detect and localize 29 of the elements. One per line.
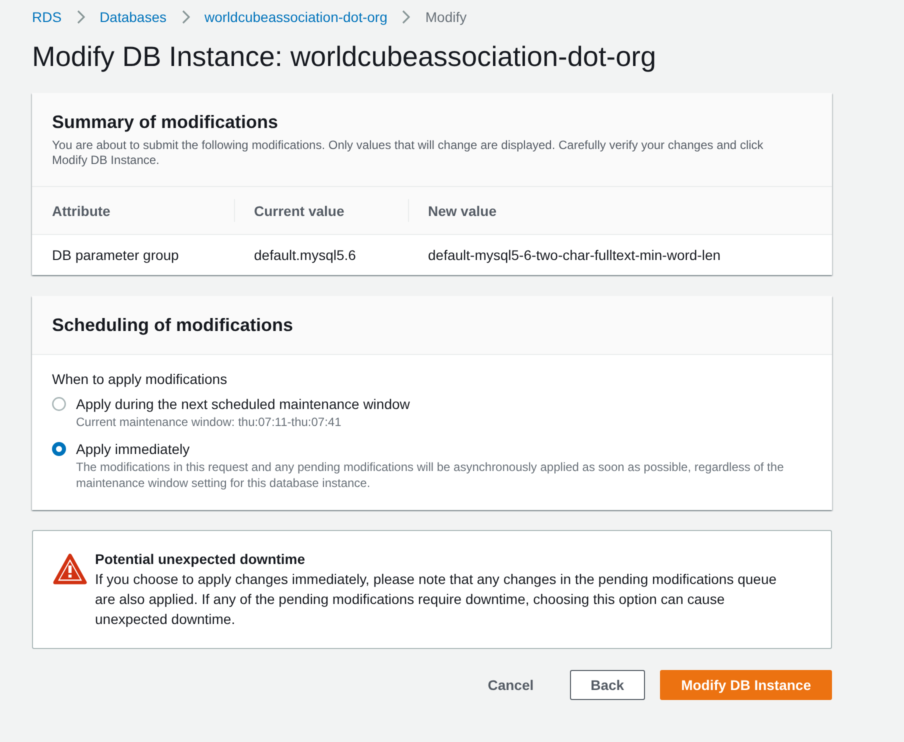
table-cell-text: default.mysql5.6 — [254, 246, 356, 265]
panel-title: Summary of modifications — [52, 111, 280, 133]
chevron-right-icon — [76, 10, 85, 24]
radio-button[interactable] — [52, 397, 66, 411]
radio-label[interactable]: Apply during the next scheduled maintenance window — [76, 394, 410, 414]
text-button[interactable]: Cancel — [466, 670, 555, 700]
page-title: Modify DB Instance: worldcubeassociation-dot-org — [32, 40, 658, 74]
breadcrumb-link[interactable]: worldcubeassociation-dot-org — [204, 7, 388, 27]
alert-title: Potential unexpected downtime — [95, 550, 306, 569]
radio-button[interactable] — [52, 442, 66, 456]
panel-title: Scheduling of modifications — [52, 314, 294, 336]
breadcrumb-link[interactable]: Databases — [100, 7, 166, 27]
outline-button[interactable]: Back — [570, 670, 646, 700]
column-header: Attribute — [52, 202, 110, 220]
radio-label[interactable]: Apply immediately — [76, 439, 190, 459]
breadcrumb-current: Modify — [425, 8, 467, 27]
column-header: New value — [428, 202, 496, 220]
field-label: When to apply modifications — [52, 370, 228, 389]
chevron-right-icon — [402, 10, 410, 24]
radio-description: Current maintenance window: thu:07:11-thu:07:41 — [76, 414, 342, 430]
breadcrumb-link[interactable]: RDS — [32, 7, 62, 27]
table-cell-text: DB parameter group — [52, 246, 179, 265]
alert-message: If you choose to apply changes immediately, please note that any changes in the pending modifications queue are also applied. If any of the pending modifications require downtime, choosing this option can cause unexpected downtime. — [95, 570, 778, 629]
radio-description: The modifications in this request and any pending modifications will be asynchronously applied as soon as possible, regardless of the maintenance window setting for this database instance. — [76, 459, 785, 491]
column-header: Current value — [254, 202, 344, 220]
panel-description: You are about to submit the following modifications. Only values that will change are displayed. Carefully verify your changes and click Modify DB Instance. — [52, 138, 764, 168]
warning-icon — [53, 553, 87, 585]
chevron-right-icon — [182, 10, 190, 24]
table-cell-text: default-mysql5-6-two-char-fulltext-min-word-len — [428, 246, 721, 265]
